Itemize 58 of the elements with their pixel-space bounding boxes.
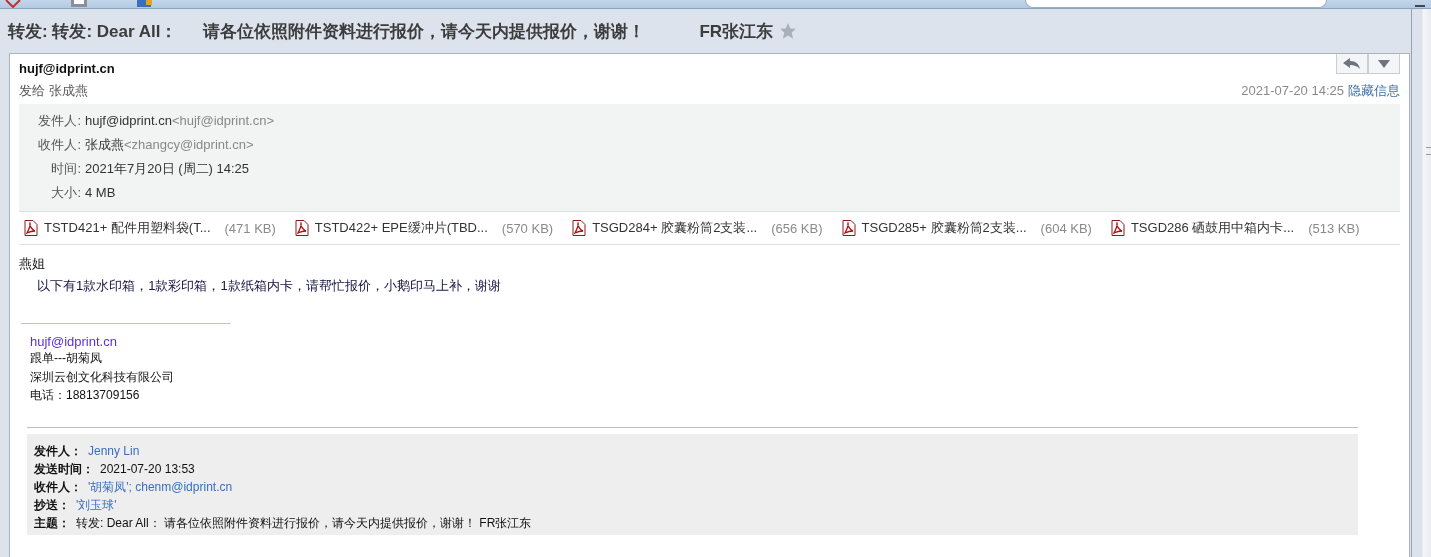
toolbar-icon[interactable] (4, 0, 22, 8)
recipient-line: 发给 张成燕 (19, 82, 89, 100)
detail-address: <zhangcy@idprint.cn> (124, 137, 254, 152)
subject-title: 转发: 转发: Dear All： (8, 20, 178, 43)
quoted-value: 转发: Dear All： 请各位依照附件资料进行报价，请今天内提供报价，谢谢！ FR张江东 (76, 515, 532, 530)
signature-text: 电话：18813709156 (30, 387, 141, 404)
quoted-value: '胡菊凤'; chenm@idprint.cn (88, 479, 233, 494)
signature-text: 跟单---胡菊凤 (30, 350, 103, 367)
detail-label: 发件人: (37, 112, 81, 130)
quoted-label: 发件人： (34, 443, 82, 458)
quoted-value: 2021-07-20 13:53 (100, 461, 195, 476)
pdf-file-icon[interactable] (24, 220, 38, 236)
attachment-link[interactable]: TSGD284+ 胶囊粉筒2支装... (592, 219, 758, 237)
detail-label: 时间: (50, 160, 81, 178)
detail-value: hujf@idprint.cn (85, 113, 172, 128)
detail-value: 张成燕 (85, 136, 124, 154)
attachment-link[interactable]: TSTD422+ EPE缓冲片(TBD... (314, 219, 488, 237)
attachment-link[interactable]: TSGD286 硒鼓用中箱内卡... (1130, 219, 1295, 237)
resize-handle[interactable] (1426, 147, 1431, 155)
attachment-link[interactable]: TSTD421+ 配件用塑料袋(T... (44, 219, 211, 237)
quoted-label: 抄送： (34, 497, 70, 512)
reply-button[interactable] (1336, 54, 1368, 74)
detail-address: <hujf@idprint.cn> (171, 113, 274, 128)
toolbar-icon[interactable] (136, 0, 154, 8)
quoted-label: 发送时间： (34, 461, 94, 476)
attachment-size: (513 KB) (1308, 220, 1360, 236)
subject-sender: FR张江东 (699, 20, 774, 43)
body-text: 以下有1款水印箱，1款彩印箱，1款纸箱内卡，请帮忙报价，小鹅印马上补，谢谢 (36, 277, 502, 295)
email-link[interactable]: hujf@idprint.cn (30, 334, 1400, 349)
greeting-text: 燕姐 (19, 255, 46, 273)
detail-label: 收件人: (37, 136, 81, 154)
pdf-file-icon[interactable] (294, 220, 309, 236)
quoted-value: Jenny Lin (88, 443, 140, 458)
detail-label: 大小: (50, 184, 81, 202)
sender-address: hujf@idprint.cn (19, 61, 115, 76)
dropdown-button[interactable] (1368, 54, 1400, 74)
signature-text: 深圳云创文化科技有限公司 (30, 368, 175, 386)
detail-value: 4 MB (85, 185, 116, 200)
attachment-size: (656 KB) (771, 220, 823, 236)
pdf-file-icon[interactable] (1110, 220, 1125, 236)
quoted-value: '刘玉球' (76, 497, 117, 512)
quoted-label: 收件人： (34, 479, 82, 494)
message-date: 2021-07-20 14:25 (1241, 83, 1344, 98)
detail-value: 2021年7月20日 (周二) 14:25 (85, 160, 250, 178)
subject-title: 请各位依照附件资料进行报价，请今天内提供报价，谢谢！ (203, 20, 646, 43)
attachment-size: (570 KB) (501, 220, 554, 236)
caret-icon (1378, 59, 1390, 68)
attachment-size: (604 KB) (1040, 220, 1092, 236)
attachment-size: (471 KB) (224, 220, 276, 236)
reply-icon (1343, 57, 1361, 70)
star-icon[interactable] (779, 22, 798, 40)
attachment-link[interactable]: TSGD285+ 胶囊粉筒2支装... (861, 219, 1027, 237)
pdf-file-icon[interactable] (841, 220, 856, 236)
search-field[interactable] (1025, 0, 1327, 8)
quoted-label: 主题： (34, 515, 70, 530)
hide-details-link[interactable]: 隐藏信息 (1348, 83, 1400, 98)
printer-icon[interactable] (70, 0, 88, 8)
pdf-file-icon[interactable] (572, 220, 587, 236)
